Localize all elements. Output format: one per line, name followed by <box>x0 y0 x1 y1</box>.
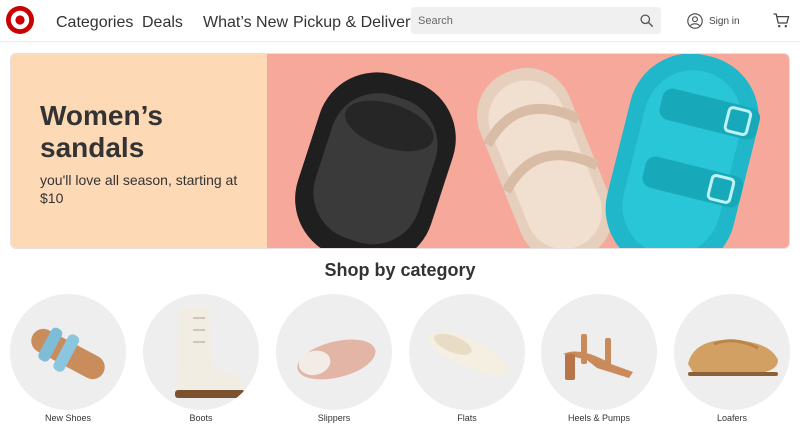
category-label: Boots <box>189 413 213 423</box>
category-label: Heels & Pumps <box>567 413 631 423</box>
category-image <box>10 294 126 410</box>
sandals-image <box>295 54 761 248</box>
shop-by-category-heading: Shop by category <box>324 260 476 280</box>
hero-text-panel: Women’s sandals you'll love all season, … <box>11 54 267 248</box>
search-bar <box>411 7 661 34</box>
category-image <box>143 294 259 410</box>
category-new-shoes[interactable]: New Shoes <box>10 294 126 424</box>
category-flats[interactable]: Flats <box>409 294 525 424</box>
category-image <box>674 294 790 410</box>
hero-title: Women’s sandals <box>40 100 163 163</box>
nav-categories[interactable]: Categories <box>56 14 133 32</box>
hero-image-panel <box>267 54 789 248</box>
category-slippers[interactable]: Slippers <box>276 294 392 424</box>
category-image <box>541 294 657 410</box>
category-label: Slippers <box>317 413 351 423</box>
category-image <box>276 294 392 410</box>
category-label: New Shoes <box>44 413 92 423</box>
top-header: Categories Deals What’s New Pickup & Del… <box>0 0 800 42</box>
sign-in-label: Sign in <box>709 15 740 27</box>
category-boots[interactable]: Boots <box>143 294 259 424</box>
search-input[interactable] <box>418 12 633 29</box>
nav-whats-new[interactable]: What’s New <box>203 14 288 32</box>
category-label: Loafers <box>716 413 748 423</box>
nav-pickup-delivery[interactable]: Pickup & Delivery <box>293 14 418 32</box>
category-image <box>409 294 525 410</box>
sign-in-button[interactable]: Sign in <box>687 11 740 31</box>
hero-subtitle: you'll love all season, starting at $10 <box>40 172 238 206</box>
hero-banner[interactable]: Women’s sandals you'll love all season, … <box>10 53 790 249</box>
nav-deals[interactable]: Deals <box>142 14 183 32</box>
target-logo-icon[interactable] <box>5 5 35 35</box>
category-loafers[interactable]: Loafers <box>674 294 790 424</box>
search-icon[interactable] <box>640 14 653 27</box>
account-icon <box>687 13 703 29</box>
category-heels-pumps[interactable]: Heels & Pumps <box>541 294 657 424</box>
category-label: Flats <box>457 413 477 423</box>
cart-icon[interactable] <box>773 12 790 29</box>
